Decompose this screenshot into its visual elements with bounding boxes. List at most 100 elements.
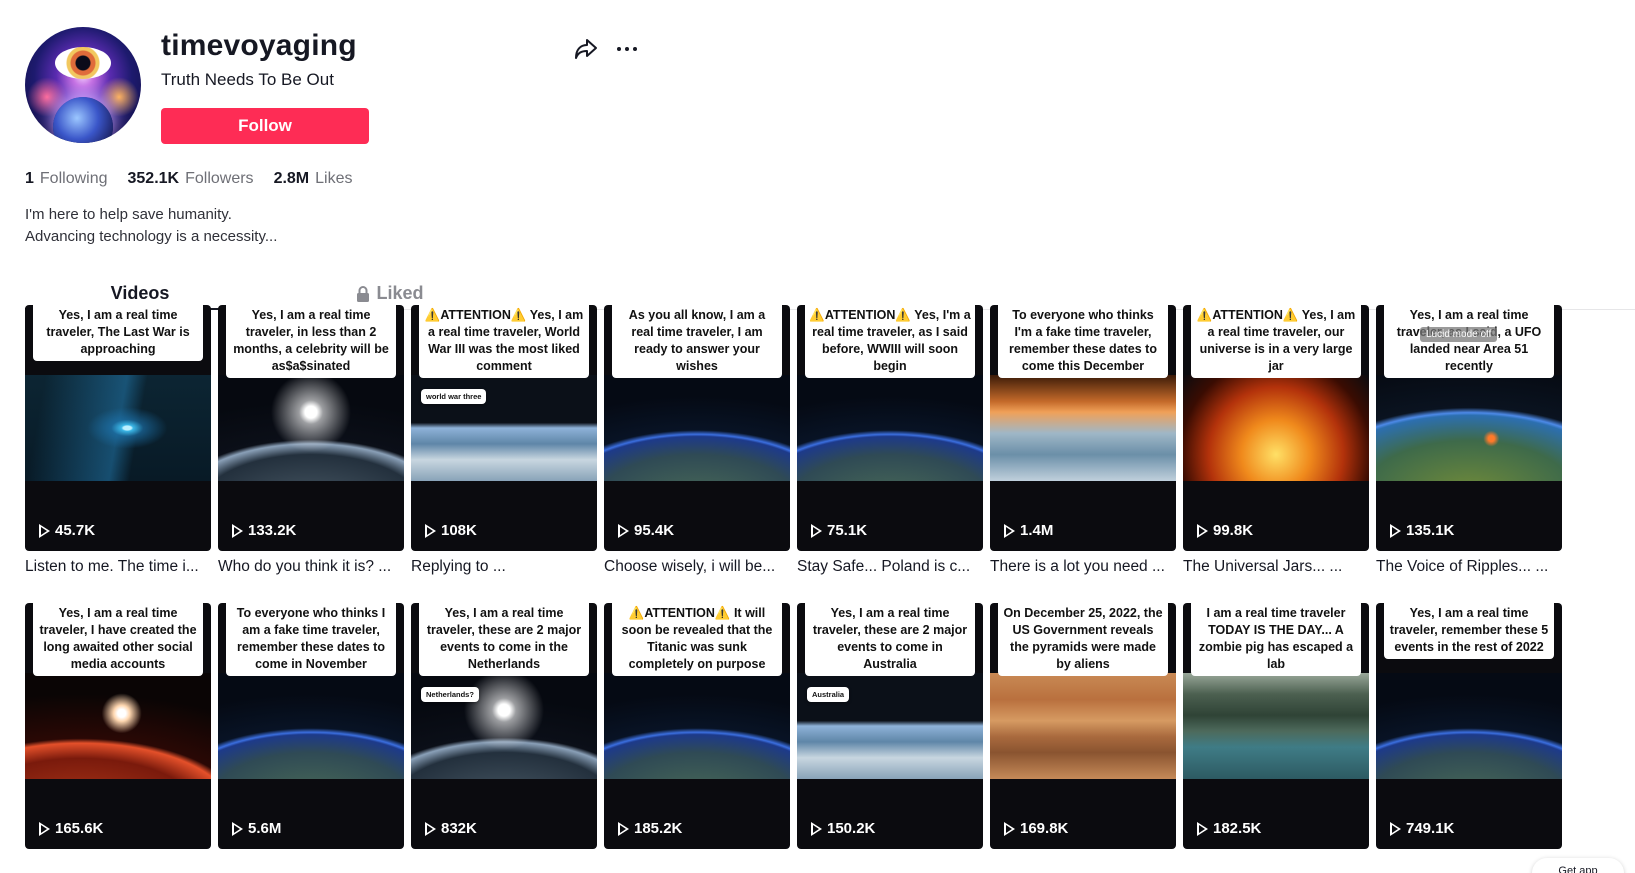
video-thumbnail	[218, 375, 404, 481]
get-app-button[interactable]: Get app	[1532, 858, 1624, 873]
video-card[interactable]: To everyone who thinks I am a fake time …	[218, 603, 404, 849]
view-count-value: 1.4M	[1020, 522, 1054, 539]
bio-line: Advancing technology is a necessity...	[25, 228, 278, 245]
video-card[interactable]: Yes, I am a real time traveler, remember…	[1376, 603, 1562, 849]
view-count: 832K	[425, 820, 477, 837]
video-card[interactable]: I am a real time traveler TODAY IS THE D…	[1183, 603, 1369, 849]
video-caption-overlay: ⚠️ATTENTION⚠️ It will soon be revealed t…	[612, 603, 782, 676]
view-count-value: 99.8K	[1213, 522, 1254, 539]
video-card[interactable]: Yes, I am a real time traveler, The Last…	[25, 305, 211, 551]
video-caption-overlay: Yes, I am a real time traveler, these ar…	[419, 603, 589, 676]
view-count: 185.2K	[618, 820, 682, 837]
video-caption-overlay: To everyone who thinks I'm a fake time t…	[998, 305, 1168, 378]
view-count: 135.1K	[1390, 522, 1454, 539]
video-card[interactable]: To everyone who thinks I'm a fake time t…	[990, 305, 1176, 551]
video-title[interactable]: The Universal Jars... ...	[1183, 558, 1369, 576]
play-icon	[1004, 523, 1015, 538]
play-icon	[1390, 523, 1401, 538]
video-thumbnail	[604, 673, 790, 779]
video-card[interactable]: ⚠️ATTENTION⚠️ Yes, I am a real time trav…	[411, 305, 597, 551]
video-card[interactable]: ⚠️ATTENTION⚠️ It will soon be revealed t…	[604, 603, 790, 849]
video-title[interactable]: Choose wisely, i will be...	[604, 558, 790, 576]
view-count-value: 185.2K	[634, 820, 683, 837]
lock-icon	[357, 285, 370, 302]
view-count-value: 150.2K	[827, 820, 876, 837]
followers-count[interactable]: 352.1K Followers	[128, 170, 254, 188]
follow-button[interactable]: Follow	[161, 108, 369, 144]
profile-bio: I'm here to help save humanity. Advancin…	[25, 204, 277, 248]
avatar-eye-graphic	[55, 47, 111, 79]
video-title[interactable]: The Voice of Ripples... ...	[1376, 558, 1562, 576]
profile-username: timevoyaging	[161, 29, 357, 62]
play-icon	[39, 523, 50, 538]
video-card[interactable]: Yes, I am a real time traveler, as I sai…	[1376, 305, 1562, 551]
view-count: 169.8K	[1004, 820, 1068, 837]
view-count: 1.4M	[1004, 522, 1053, 539]
play-icon	[1197, 821, 1208, 836]
view-count: 75.1K	[811, 522, 867, 539]
video-caption-overlay: Yes, I am a real time traveler, The Last…	[33, 305, 203, 361]
play-icon	[811, 821, 822, 836]
following-count[interactable]: 1 Following	[25, 170, 108, 188]
video-card[interactable]: On December 25, 2022, the US Government …	[990, 603, 1176, 849]
lucid-mode-badge: Lucid mode off	[1420, 327, 1498, 342]
share-icon[interactable]	[573, 36, 599, 62]
view-count-value: 135.1K	[1406, 522, 1455, 539]
video-title[interactable]: Listen to me. The time i...	[25, 558, 211, 576]
video-thumbnail	[990, 673, 1176, 779]
video-title[interactable]: Replying to ...	[411, 558, 597, 576]
video-thumbnail	[1376, 673, 1562, 779]
video-caption-overlay: As you all know, I am a real time travel…	[612, 305, 782, 378]
view-count: 165.6K	[39, 820, 103, 837]
video-thumbnail	[990, 375, 1176, 481]
view-count-value: 169.8K	[1020, 820, 1069, 837]
video-thumbnail	[1183, 375, 1369, 481]
play-icon	[1197, 523, 1208, 538]
video-card[interactable]: Yes, I am a real time traveler, these ar…	[797, 603, 983, 849]
video-thumbnail	[604, 375, 790, 481]
video-thumbnail	[218, 673, 404, 779]
more-options-icon[interactable]	[613, 36, 641, 62]
play-icon	[425, 821, 436, 836]
play-icon	[39, 821, 50, 836]
reply-comment-chip: Australia	[807, 687, 850, 702]
view-count-value: 45.7K	[55, 522, 96, 539]
video-thumbnail	[1183, 673, 1369, 779]
profile-nickname: Truth Needs To Be Out	[161, 70, 334, 89]
video-caption-overlay: Yes, I am a real time traveler, these ar…	[805, 603, 975, 676]
video-card[interactable]: ⚠️ATTENTION⚠️ Yes, I am a real time trav…	[1183, 305, 1369, 551]
video-card[interactable]: Yes, I am a real time traveler, these ar…	[411, 603, 597, 849]
video-caption-overlay: Yes, I am a real time traveler, remember…	[1384, 603, 1554, 659]
view-count-value: 5.6M	[248, 820, 282, 837]
video-caption-overlay: ⚠️ATTENTION⚠️ Yes, I am a real time trav…	[1191, 305, 1361, 378]
play-icon	[1390, 821, 1401, 836]
video-card[interactable]: ⚠️ATTENTION⚠️ Yes, I'm a real time trave…	[797, 305, 983, 551]
view-count: 95.4K	[618, 522, 674, 539]
view-count-value: 75.1K	[827, 522, 868, 539]
view-count: 5.6M	[232, 820, 281, 837]
play-icon	[232, 821, 243, 836]
likes-count: 2.8M Likes	[273, 170, 353, 187]
view-count-value: 133.2K	[248, 522, 297, 539]
video-card[interactable]: As you all know, I am a real time travel…	[604, 305, 790, 551]
video-card[interactable]: Yes, I am a real time traveler, in less …	[218, 305, 404, 551]
play-icon	[618, 523, 629, 538]
profile-avatar[interactable]	[25, 27, 141, 143]
video-caption-overlay: I am a real time traveler TODAY IS THE D…	[1191, 603, 1361, 676]
video-title[interactable]: Who do you think it is? ...	[218, 558, 404, 576]
video-card[interactable]: Yes, I am a real time traveler, I have c…	[25, 603, 211, 849]
view-count-value: 108K	[441, 522, 477, 539]
view-count: 133.2K	[232, 522, 296, 539]
tab-liked-label: Liked	[376, 283, 424, 303]
play-icon	[425, 523, 436, 538]
view-count: 99.8K	[1197, 522, 1253, 539]
video-thumbnail	[1376, 375, 1562, 481]
view-count: 182.5K	[1197, 820, 1261, 837]
video-title[interactable]: Stay Safe... Poland is c...	[797, 558, 983, 576]
reply-comment-chip: world war three	[421, 389, 487, 404]
video-thumbnail	[797, 375, 983, 481]
bio-line: I'm here to help save humanity.	[25, 206, 232, 223]
video-caption-overlay: Yes, I am a real time traveler, in less …	[226, 305, 396, 378]
video-thumbnail	[25, 375, 211, 481]
video-title[interactable]: There is a lot you need ...	[990, 558, 1176, 576]
